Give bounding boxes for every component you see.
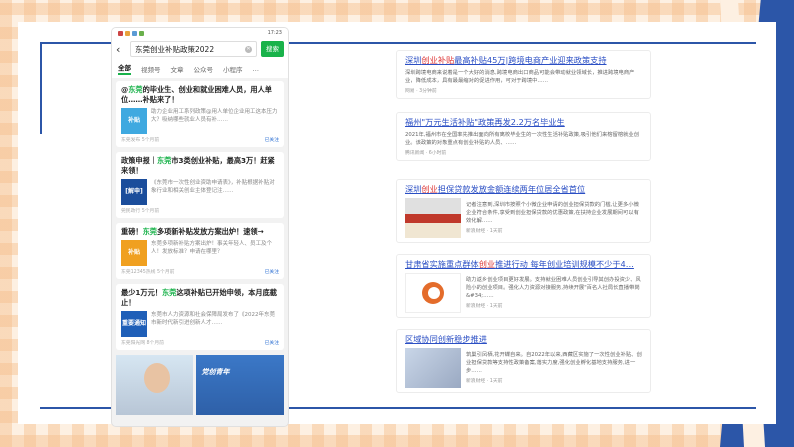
web-result-desc: 助力返乡创业项目更好发展。支持就业困难人员创业引导其创办投资少、风险小的创业项目… bbox=[466, 277, 641, 299]
web-result-title[interactable]: 甘肃省实施重点群体创业推进行动 每年创业培训规模不少于4… bbox=[405, 259, 642, 270]
web-result-meta: 腾讯新闻 · 6小时前 bbox=[405, 151, 447, 156]
web-result-meta: 新浪财经 · 1天前 bbox=[466, 304, 503, 309]
web-result-meta: 新浪财经 · 1天前 bbox=[466, 379, 503, 384]
list-item[interactable]: 政策申报｜东莞市3类创业补贴，最高3万！赶紧来领！ [解申] 《东莞市一次性创业… bbox=[116, 152, 284, 218]
web-result-desc: 记者注意到,深圳市按照个小微企业申请的创业担保贷款的门槛,让更多小微企业符合条件… bbox=[466, 202, 639, 224]
list-item[interactable]: 重磅！东莞多项新补贴发放方案出炉！速领→ 补贴 东莞多项新补贴方案出炉！事关年轻… bbox=[116, 223, 284, 279]
followed-badge: 已关注 bbox=[264, 138, 279, 143]
web-result-desc: 深圳跨境电商来说着是一个大好的消息,跨境电商出口商品可能会带动就业领域长，推进跨… bbox=[405, 70, 635, 84]
status-icons bbox=[118, 30, 144, 36]
web-search-results: 深圳创业补贴最高补贴45万|跨境电商产业迎来政策支持 深圳跨境电商来说着是一个大… bbox=[396, 44, 651, 398]
result-title: 最少1万元！东莞这项补贴已开始申领，本月底截止！ bbox=[121, 288, 277, 307]
result-list: @东莞的毕业生、创业和就业困难人员，用人单位……补贴来了！ 补贴 助力企业用工系… bbox=[112, 78, 288, 418]
status-bar: 17:23 bbox=[112, 28, 288, 38]
search-button[interactable]: 搜索 bbox=[261, 41, 284, 57]
web-result-meta: 新浪财经 · 1天前 bbox=[466, 229, 503, 234]
result-source: 东莞阳光网 8个月前 bbox=[121, 341, 164, 346]
result-desc: 助力企业用工系列政策@用人单位企业用工这本压力大？吸纳哪些就业人员有补…… bbox=[151, 109, 278, 123]
web-result-item[interactable]: 甘肃省实施重点群体创业推进行动 每年创业培训规模不少于4… 助力返乡创业项目更好… bbox=[396, 254, 651, 318]
search-input[interactable]: 东莞创业补贴政策2022 ✕ bbox=[130, 41, 257, 57]
web-result-item[interactable]: 福州"万元生活补贴"政策再发2.2万名毕业生 2021年,福州市在全国率先推出面… bbox=[396, 112, 651, 161]
clear-icon[interactable]: ✕ bbox=[245, 45, 252, 53]
result-title: 重磅！东莞多项新补贴发放方案出炉！速领→ bbox=[121, 227, 264, 236]
search-query: 东莞创业补贴政策2022 bbox=[135, 44, 215, 54]
tab-all[interactable]: 全部 bbox=[118, 62, 131, 75]
tab-accounts[interactable]: 公众号 bbox=[194, 64, 214, 74]
web-result-item[interactable]: 深圳创业补贴最高补贴45万|跨境电商产业迎来政策支持 深圳跨境电商来说着是一个大… bbox=[396, 50, 651, 99]
result-desc: 《东莞市一次性创业资助申请表》，补贴根据补贴对象行业和相关创业主体登记注…… bbox=[151, 180, 275, 194]
back-arrow-icon[interactable]: ‹ bbox=[116, 43, 126, 56]
web-result-meta: 网易 · 3分钟前 bbox=[405, 89, 437, 94]
followed-badge: 已关注 bbox=[264, 341, 279, 346]
tab-miniprograms[interactable]: 小程序 bbox=[223, 64, 243, 74]
result-desc: 东莞市人力资源和社会保障局发布了《2022年东莞市新时代新引进创新人才…… bbox=[151, 312, 275, 326]
video-thumbnail-banner[interactable]: 党创青年 bbox=[195, 355, 284, 415]
tab-channels[interactable]: 视频号 bbox=[141, 64, 161, 74]
list-item[interactable]: @东莞的毕业生、创业和就业困难人员，用人单位……补贴来了！ 补贴 助力企业用工系… bbox=[116, 81, 284, 147]
web-result-title[interactable]: 福州"万元生活补贴"政策再发2.2万名毕业生 bbox=[405, 117, 642, 128]
tab-more[interactable]: … bbox=[253, 65, 260, 73]
result-title: 政策申报｜东莞市3类创业补贴，最高3万！赶紧来领！ bbox=[121, 156, 275, 175]
result-desc: 东莞多项新补贴方案出炉！事关年轻人、员工及个人！发放标准？申请在哪里？ bbox=[151, 241, 273, 255]
video-thumbnail-person[interactable] bbox=[116, 355, 193, 415]
list-item[interactable]: 最少1万元！东莞这项补贴已开始申领，本月底截止！ 重要通知 东莞市人力资源和社会… bbox=[116, 284, 284, 350]
web-result-desc: 筑巢引凤栖,花开蝶自来。自2022年以来,西藏区实施了一次性创业补贴、创业担保贷… bbox=[466, 352, 642, 374]
web-result-title[interactable]: 深圳创业担保贷款发放金额连续两年位居全省首位 bbox=[405, 184, 642, 195]
news-photo bbox=[405, 348, 461, 388]
filter-tabs: 全部 视频号 文章 公众号 小程序 … bbox=[112, 60, 288, 78]
result-thumbnail: 补贴 bbox=[121, 108, 147, 134]
result-source: 东莞12345热线 5个月前 bbox=[121, 270, 175, 275]
result-thumbnail: 重要通知 bbox=[121, 311, 147, 337]
web-result-title[interactable]: 区域协同创新稳步推进 bbox=[405, 334, 642, 345]
result-thumbnail: [解申] bbox=[121, 179, 147, 205]
web-result-item[interactable]: 深圳创业担保贷款发放金额连续两年位居全省首位 记者注意到,深圳市按照个小微企业申… bbox=[396, 179, 651, 243]
news-logo bbox=[405, 273, 461, 313]
search-bar: ‹ 东莞创业补贴政策2022 ✕ 搜索 bbox=[112, 38, 288, 60]
followed-badge: 已关注 bbox=[264, 270, 279, 275]
video-thumbnails: 党创青年 bbox=[116, 355, 284, 415]
web-result-desc: 2021年,福州市在全国率先推出面向所有离校毕业生的一次性生活补贴政策,吸引他们… bbox=[405, 132, 640, 146]
status-time: 17:23 bbox=[267, 30, 282, 36]
web-result-item[interactable]: 区域协同创新稳步推进 筑巢引凤栖,花开蝶自来。自2022年以来,西藏区实施了一次… bbox=[396, 329, 651, 393]
news-photo bbox=[405, 198, 461, 238]
wechat-search-screenshot: 17:23 ‹ 东莞创业补贴政策2022 ✕ 搜索 全部 视频号 文章 公众号 … bbox=[112, 28, 288, 426]
result-source: 莞民政行 5个月前 bbox=[121, 209, 160, 214]
result-source: 东莞发布 5个月前 bbox=[121, 138, 160, 143]
result-title: @东莞的毕业生、创业和就业困难人员，用人单位……补贴来了！ bbox=[121, 85, 272, 104]
tab-articles[interactable]: 文章 bbox=[171, 64, 184, 74]
web-result-title[interactable]: 深圳创业补贴最高补贴45万|跨境电商产业迎来政策支持 bbox=[405, 55, 642, 66]
result-thumbnail: 补贴 bbox=[121, 240, 147, 266]
frame-left-line bbox=[40, 42, 42, 134]
